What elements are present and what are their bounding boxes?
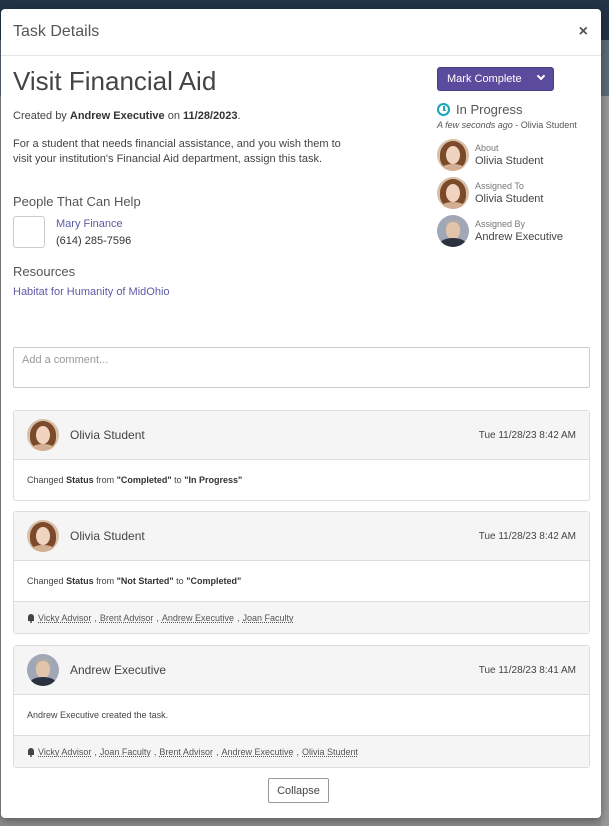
activity-card-header: Olivia Student Tue 11/28/23 8:42 AM <box>14 411 589 460</box>
task-title: Visit Financial Aid <box>13 66 217 96</box>
notified-user-link[interactable]: Vicky Advisor <box>38 747 91 757</box>
modal-header: Task Details × <box>1 9 601 56</box>
close-icon[interactable]: × <box>579 24 589 40</box>
bell-icon <box>27 613 35 623</box>
notified-user-link[interactable]: Vicky Advisor <box>38 613 91 623</box>
activity-author: Olivia Student <box>70 529 145 543</box>
comment-input[interactable]: Add a comment... <box>13 347 590 388</box>
assigned-by-name: Andrew Executive <box>475 231 564 243</box>
status-label: In Progress <box>456 102 523 117</box>
activity-card: Olivia Student Tue 11/28/23 8:42 AM Chan… <box>13 410 590 501</box>
notified-user-link[interactable]: Joan Faculty <box>100 747 151 757</box>
notified-user-link[interactable]: Andrew Executive <box>221 747 293 757</box>
assigned-to-label: Assigned To <box>475 181 524 191</box>
assigned-to-person: Assigned To Olivia Student <box>437 177 543 209</box>
avatar <box>437 139 469 171</box>
activity-text: Changed Status from "Not Started" to "Co… <box>27 576 242 586</box>
task-details-modal: Task Details × Visit Financial Aid Creat… <box>1 9 601 818</box>
notified-user-link[interactable]: Olivia Student <box>302 747 358 757</box>
notified-user-link[interactable]: Andrew Executive <box>162 613 234 623</box>
activity-card-header: Andrew Executive Tue 11/28/23 8:41 AM <box>14 646 589 695</box>
bell-icon <box>27 747 35 757</box>
about-name: Olivia Student <box>475 155 544 167</box>
chevron-down-icon[interactable] <box>536 71 546 81</box>
activity-text: Changed Status from "Completed" to "In P… <box>27 475 243 485</box>
activity-time: Tue 11/28/23 8:42 AM <box>478 530 576 542</box>
resource-link[interactable]: Habitat for Humanity of MidOhio <box>13 286 170 298</box>
assigned-by-label: Assigned By <box>475 219 526 229</box>
helper-avatar <box>13 216 45 248</box>
avatar <box>437 215 469 247</box>
notified-users: Vicky Advisor, Joan Faculty, Brent Advis… <box>14 735 589 767</box>
notified-user-link[interactable]: Brent Advisor <box>100 613 154 623</box>
about-person: About Olivia Student <box>437 139 543 171</box>
activity-time: Tue 11/28/23 8:42 AM <box>478 429 576 441</box>
mark-complete-label: Mark Complete <box>447 73 522 85</box>
avatar <box>27 654 59 686</box>
activity-time: Tue 11/28/23 8:41 AM <box>478 664 576 676</box>
assigned-by-person: Assigned By Andrew Executive <box>437 215 563 247</box>
activity-card: Andrew Executive Tue 11/28/23 8:41 AM An… <box>13 645 590 768</box>
modal-title: Task Details <box>13 23 100 40</box>
mark-complete-button[interactable]: Mark Complete <box>437 67 554 91</box>
about-label: About <box>475 143 499 153</box>
notified-user-link[interactable]: Joan Faculty <box>242 613 293 623</box>
clock-icon <box>437 103 450 116</box>
people-heading: People That Can Help <box>13 194 141 209</box>
notified-users: Vicky Advisor, Brent Advisor, Andrew Exe… <box>14 601 589 633</box>
background-right-edge <box>601 96 609 826</box>
assigned-to-name: Olivia Student <box>475 193 544 205</box>
status-by: Olivia Student <box>520 120 577 130</box>
avatar <box>27 520 59 552</box>
status-when: A few seconds ago <box>437 120 513 130</box>
created-by: Andrew Executive <box>69 110 165 122</box>
helper-name-link[interactable]: Mary Finance <box>56 218 123 230</box>
created-line: Created by Andrew Executive on 11/28/202… <box>13 110 241 122</box>
task-description: For a student that needs financial assis… <box>13 138 341 165</box>
activity-author: Olivia Student <box>70 428 145 442</box>
resources-heading: Resources <box>13 264 76 279</box>
status-row: In Progress <box>437 102 522 117</box>
activity-card-header: Olivia Student Tue 11/28/23 8:42 AM <box>14 512 589 561</box>
created-prefix: Created by <box>13 110 67 122</box>
helper-phone: (614) 285-7596 <box>56 235 132 247</box>
status-timestamp: A few seconds ago - Olivia Student <box>437 120 577 130</box>
activity-text: Andrew Executive created the task. <box>27 710 169 720</box>
collapse-button[interactable]: Collapse <box>268 778 329 803</box>
avatar <box>27 419 59 451</box>
activity-card: Olivia Student Tue 11/28/23 8:42 AM Chan… <box>13 511 590 634</box>
activity-author: Andrew Executive <box>70 663 167 677</box>
avatar <box>437 177 469 209</box>
notified-user-link[interactable]: Brent Advisor <box>159 747 213 757</box>
created-on-word: on <box>167 110 180 122</box>
created-date: 11/28/2023 <box>183 110 238 122</box>
